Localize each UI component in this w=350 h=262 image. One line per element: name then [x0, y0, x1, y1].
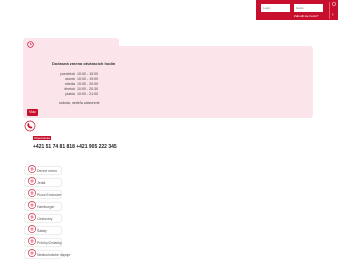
category-item[interactable]: Prílohy/Omáčky [24, 237, 62, 247]
username-input[interactable] [261, 4, 290, 12]
clock-icon [27, 41, 34, 48]
hours-time: 10:00 - 15:00 [77, 72, 99, 76]
category-item[interactable]: Jedlá [24, 177, 62, 187]
hours-day: streda [65, 82, 75, 86]
category-label: Jedlá [37, 181, 46, 185]
more-button[interactable]: Viac [27, 109, 38, 116]
order-badge: Objednávka [33, 136, 51, 140]
pasta-icon [28, 213, 36, 221]
hours-time: 10:00 - 21:00 [77, 92, 99, 96]
hours-day: piatok [65, 92, 75, 96]
category-item[interactable]: Hamburger [24, 201, 62, 211]
category-label: Prílohy/Omáčky [37, 241, 62, 245]
login-button[interactable]: O › [329, 2, 338, 19]
category-label: Pizza Exclusive [37, 193, 62, 197]
category-label: Šaláty [37, 229, 47, 233]
hours-time: 10:00 - 19:00 [77, 77, 99, 81]
category-label: Denné menu [37, 169, 58, 173]
hours-time: 10:00 - 20:00 [77, 82, 99, 86]
login-button-label: O [332, 2, 336, 8]
category-item[interactable]: Denné menu [24, 165, 62, 175]
phone-icon [24, 120, 36, 132]
login-bar: Zabudli ste heslo? [256, 0, 338, 20]
drink-icon [28, 249, 36, 257]
closed-days: sobota, nedeľa zatvorené [59, 101, 100, 105]
hours-day: štvrtok [64, 87, 75, 91]
chevron-right-icon: › [332, 12, 334, 18]
hours-title: Dočasná zmena otváracích hodín [52, 61, 116, 66]
category-label: Nealkoholické nápoje [37, 253, 71, 257]
category-label: Hamburger [37, 205, 55, 209]
category-item[interactable]: Šaláty [24, 225, 62, 235]
category-item[interactable]: Cestoviny [24, 213, 62, 223]
hours-day: utorok [65, 77, 75, 81]
salad-icon [28, 225, 36, 233]
phone-numbers[interactable]: +421 51 74 81 818 +421 905 222 345 [33, 144, 117, 150]
sauce-icon [28, 237, 36, 245]
burger-icon [28, 201, 36, 209]
category-item[interactable]: Pizza Exclusive [24, 189, 62, 199]
pizza-icon [28, 189, 36, 197]
hours-time: 10:00 - 20:30 [77, 87, 99, 91]
password-input[interactable] [294, 4, 323, 12]
dish-icon [28, 177, 36, 185]
hours-day: pondelok [60, 72, 75, 76]
menu-icon [28, 165, 36, 173]
category-label: Cestoviny [37, 217, 53, 221]
forgot-password-link[interactable]: Zabudli ste heslo? [294, 14, 318, 18]
category-item[interactable]: Nealkoholické nápoje [24, 249, 70, 259]
